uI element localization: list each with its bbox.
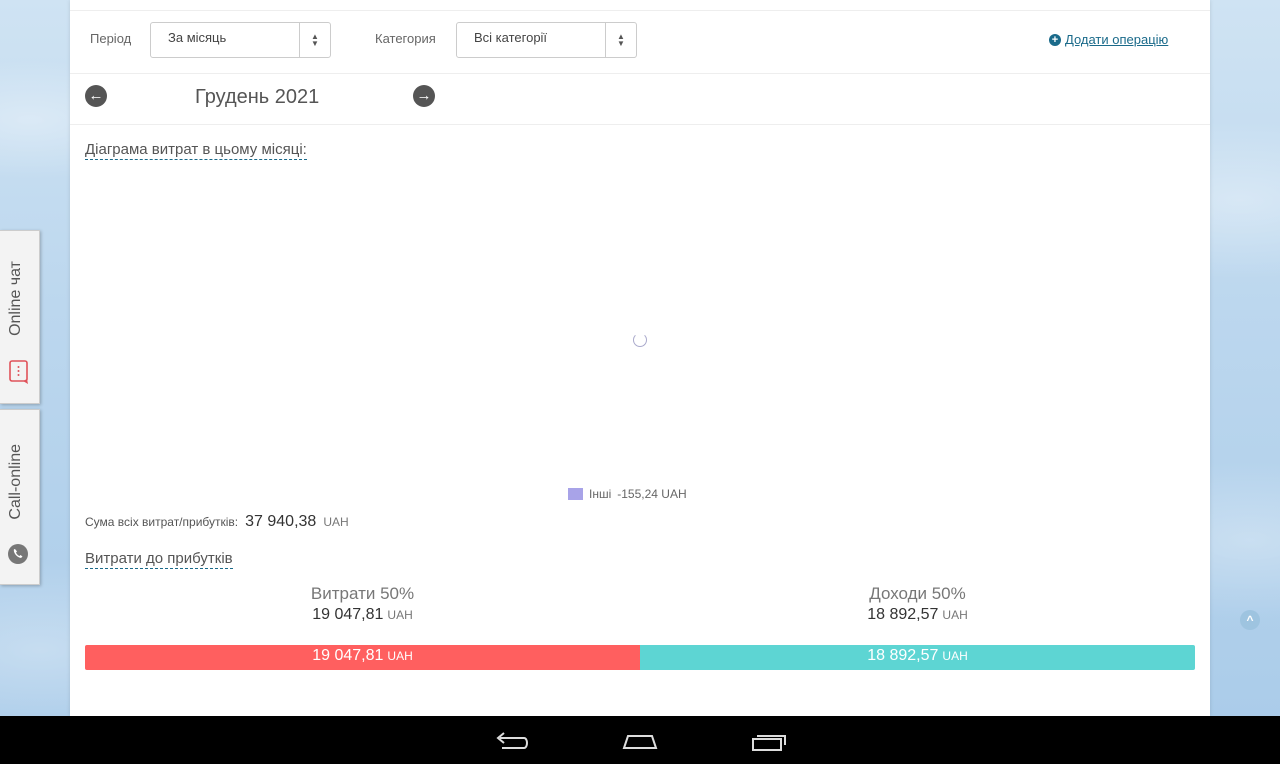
income-bar-currency: UAH	[942, 649, 968, 663]
income-currency: UAH	[942, 608, 968, 622]
loading-spinner-icon	[633, 333, 647, 347]
expenses-bar-currency: UAH	[387, 649, 413, 663]
online-chat-label: Online чат	[7, 261, 24, 336]
prev-month-button[interactable]: ←	[85, 85, 107, 107]
expenses-to-income-link[interactable]: Витрати до прибутків	[85, 550, 233, 569]
expenses-bar-amount: 19 047,81	[312, 647, 384, 664]
category-select-value: Всі категорії	[474, 30, 548, 45]
main-panel: Період За місяць ▲ ▼ Категория Всі катего…	[70, 0, 1210, 716]
arrow-left-circle-icon: ←	[88, 87, 104, 104]
period-label: Період	[90, 31, 132, 46]
ratio-bar: 19 047,81 UAH 18 892,57 UAH	[85, 645, 1195, 670]
total-label: Сума всіх витрат/прибутків:	[85, 515, 239, 529]
add-operation-text: Додати операцію	[1065, 32, 1169, 47]
current-month: Грудень 2021	[195, 86, 320, 108]
select-arrows-icon: ▲ ▼	[605, 23, 636, 57]
chart-legend[interactable]: Інші -155,24 UAH	[568, 487, 687, 501]
income-title: Доходи 50%	[869, 584, 966, 603]
category-label: Категория	[375, 31, 436, 46]
filters-bar: Період За місяць ▲ ▼ Категория Всі катего…	[70, 11, 1210, 74]
online-chat-tab[interactable]: Online чат	[0, 230, 40, 404]
select-arrows-icon: ▲ ▼	[299, 23, 330, 57]
scroll-to-top-button[interactable]: ^	[1240, 610, 1260, 630]
income-bar-segment: 18 892,57 UAH	[640, 645, 1195, 670]
android-navigation-bar	[0, 716, 1280, 764]
call-online-label: Call-online	[7, 444, 24, 520]
total-currency: UAH	[323, 515, 349, 529]
month-navigation: ← Грудень 2021 →	[70, 74, 1210, 125]
chevron-up-icon: ^	[1246, 613, 1254, 627]
add-operation-link[interactable]: + Додати операцію	[1049, 32, 1168, 47]
call-online-tab[interactable]: Call-online	[0, 409, 40, 585]
income-summary: Доходи 50% 18 892,57 UAH	[640, 584, 1195, 624]
back-icon[interactable]	[494, 730, 530, 752]
phone-icon	[8, 544, 28, 564]
expenses-currency: UAH	[387, 608, 413, 622]
legend-label: Інші	[589, 487, 612, 501]
expenses-bar-segment: 19 047,81 UAH	[85, 645, 640, 670]
arrow-right-circle-icon: →	[416, 87, 432, 104]
expenses-summary: Витрати 50% 19 047,81 UAH	[85, 584, 640, 624]
expenses-amount: 19 047,81	[312, 606, 384, 623]
income-bar-amount: 18 892,57	[867, 647, 939, 664]
chat-bubble-icon	[9, 360, 28, 384]
legend-value: -155,24 UAH	[617, 487, 687, 501]
plus-circle-icon: +	[1049, 33, 1061, 46]
recent-apps-icon[interactable]	[751, 730, 787, 752]
expenses-title: Витрати 50%	[310, 584, 415, 603]
period-select-value: За місяць	[168, 30, 227, 45]
legend-swatch	[568, 488, 583, 500]
period-select[interactable]: За місяць ▲ ▼	[150, 22, 331, 58]
next-month-button[interactable]: →	[413, 85, 435, 107]
total-value: 37 940,38	[245, 513, 317, 530]
category-select[interactable]: Всі категорії ▲ ▼	[456, 22, 637, 58]
income-amount: 18 892,57	[867, 606, 939, 623]
home-icon[interactable]	[622, 730, 658, 752]
expenses-chart-link[interactable]: Діаграма витрат в цьому місяці:	[85, 141, 307, 160]
total-sum: Сума всіх витрат/прибутків: 37 940,38 UA…	[85, 513, 349, 531]
